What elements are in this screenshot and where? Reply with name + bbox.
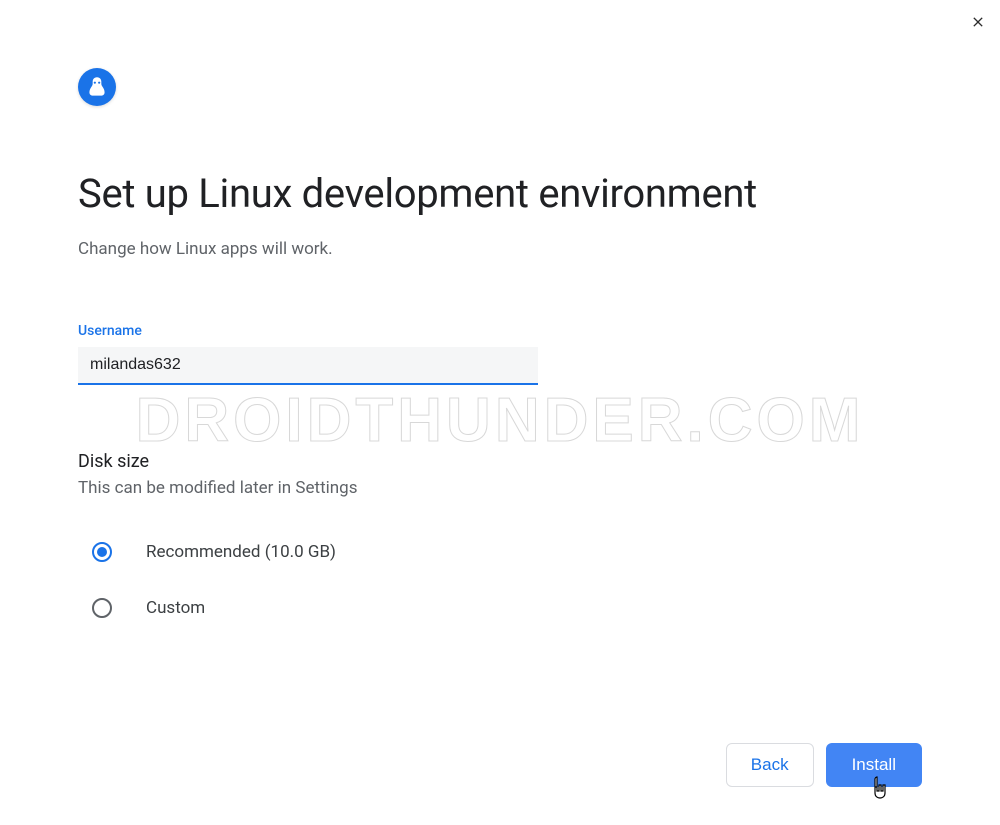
radio-option-custom[interactable]: Custom [78,598,922,618]
radio-selected-icon [92,542,112,562]
install-button[interactable]: Install [826,743,922,787]
username-input[interactable] [78,347,538,385]
linux-logo-icon [78,68,116,106]
page-subtitle: Change how Linux apps will work. [78,239,922,259]
disk-size-title: Disk size [78,451,922,472]
back-button[interactable]: Back [726,743,814,787]
close-icon [970,14,986,30]
disk-size-description: This can be modified later in Settings [78,478,922,498]
username-label: Username [78,323,922,339]
radio-label-custom: Custom [146,598,205,618]
close-button[interactable] [968,12,988,32]
page-title: Set up Linux development environment [78,170,922,217]
radio-label-recommended: Recommended (10.0 GB) [146,542,336,562]
radio-unselected-icon [92,598,112,618]
radio-option-recommended[interactable]: Recommended (10.0 GB) [78,542,922,562]
